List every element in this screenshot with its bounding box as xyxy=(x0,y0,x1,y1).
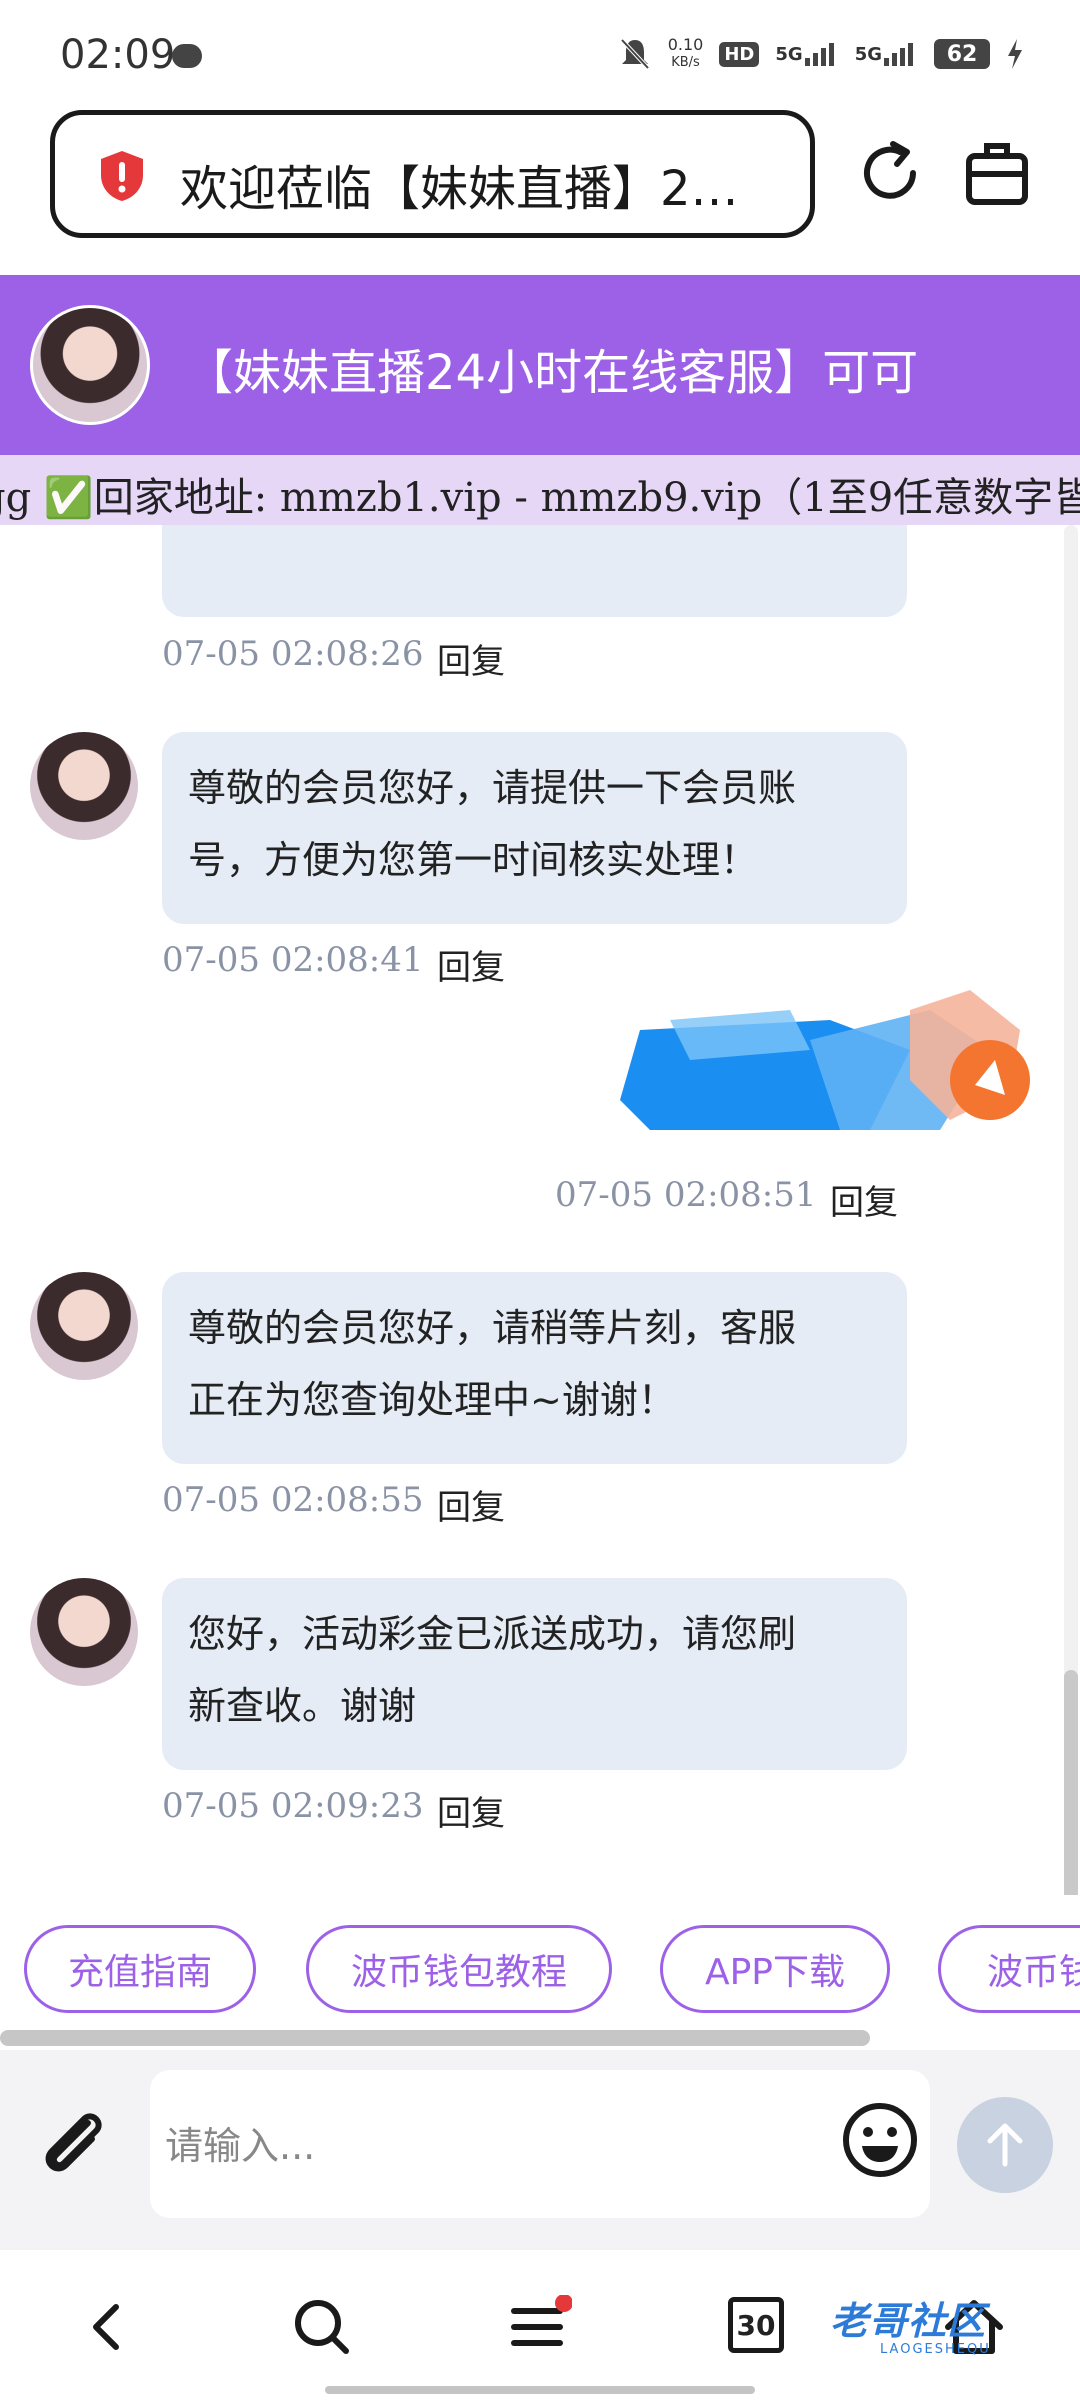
address-text[interactable]: 欢迎莅临【妹妹直播】2… xyxy=(180,149,800,219)
announcement-marquee: gg ✅回家地址: mmzb1.vip - mmzb9.vip（1至9任意数字皆… xyxy=(0,455,1080,525)
net-speed-unit: KB/s xyxy=(671,55,700,70)
status-bar: 02:09 0.10 KB/s HD 5G 5G 62 xyxy=(0,0,1080,100)
message-line: 新查收。谢谢 xyxy=(188,1684,417,1728)
message-bubble xyxy=(162,525,907,617)
emoji-smile-icon[interactable] xyxy=(840,2100,920,2180)
briefcase-icon[interactable] xyxy=(965,138,1029,208)
agent-avatar[interactable] xyxy=(30,1578,138,1686)
attachment-paperclip-icon[interactable] xyxy=(36,2105,112,2181)
chat-header-title: 【妹妹直播24小时在线客服】可可 xyxy=(185,345,919,401)
hd-icon: HD xyxy=(719,41,760,67)
arrow-up-icon xyxy=(987,2123,1023,2167)
message-timestamp: 07-05 02:08:51 xyxy=(555,1175,817,1215)
quick-tag-app-download[interactable]: APP下载 xyxy=(660,1925,890,2013)
charging-bolt-icon xyxy=(1008,39,1022,69)
message-line: 您好，活动彩金已派送成功，请您刷 xyxy=(188,1612,797,1656)
status-time: 02:09 xyxy=(60,32,176,78)
sim1-label: 5G xyxy=(775,43,803,65)
message-timestamp: 07-05 02:09:23 xyxy=(162,1786,424,1826)
signal-bars-icon xyxy=(884,43,913,66)
message-bubble: 尊敬的会员您好，请稍等片刻，客服 正在为您查询处理中~谢谢！ xyxy=(162,1272,907,1464)
tabs-count-icon[interactable]: 30 xyxy=(728,2297,784,2353)
quick-tag-wallet-tutorial[interactable]: 波币钱包教程 xyxy=(306,1925,612,2013)
agent-avatar[interactable] xyxy=(30,732,138,840)
security-warning-shield-icon[interactable] xyxy=(97,149,147,203)
address-bar[interactable]: 欢迎莅临【妹妹直播】2… xyxy=(50,110,815,238)
status-indicators: 0.10 KB/s HD 5G 5G 62 xyxy=(618,36,1024,72)
message-timestamp: 07-05 02:08:55 xyxy=(162,1480,424,1520)
menu-icon[interactable] xyxy=(508,2295,572,2359)
message-timestamp: 07-05 02:08:26 xyxy=(162,634,424,674)
search-icon[interactable] xyxy=(290,2295,354,2359)
reply-button[interactable]: 回复 xyxy=(437,940,505,989)
message-notification-icon xyxy=(172,44,202,68)
signal-icon-sim2: 5G xyxy=(855,40,918,68)
net-speed-value: 0.10 xyxy=(667,35,704,54)
watermark-subtext: LAOGESHEQU xyxy=(880,2342,991,2357)
back-icon[interactable] xyxy=(76,2295,140,2359)
chat-header: 【妹妹直播24小时在线客服】可可 xyxy=(0,275,1080,455)
signal-icon-sim1: 5G xyxy=(775,40,838,68)
message-bubble: 您好，活动彩金已派送成功，请您刷 新查收。谢谢 xyxy=(162,1578,907,1770)
home-indicator[interactable] xyxy=(325,2386,755,2394)
quick-reply-tags[interactable]: 充值指南 波币钱包教程 APP下载 波币钱 xyxy=(0,1895,1080,2035)
message-input-placeholder[interactable]: 请输入... xyxy=(165,2115,315,2170)
battery-icon: 62 xyxy=(934,39,990,69)
message-bubble: 尊敬的会员您好，请提供一下会员账 号，方便为您第一时间核实处理！ xyxy=(162,732,907,924)
redacted-message-image[interactable] xyxy=(610,990,1030,1140)
quick-tag-recharge-guide[interactable]: 充值指南 xyxy=(24,1925,256,2013)
send-button[interactable] xyxy=(957,2097,1053,2193)
reply-button[interactable]: 回复 xyxy=(830,1175,898,1224)
message-line: 尊敬的会员您好，请提供一下会员账 xyxy=(188,766,797,810)
message-line: 号，方便为您第一时间核实处理！ xyxy=(188,838,759,882)
reply-button[interactable]: 回复 xyxy=(437,1786,505,1835)
quick-tags-scrollbar[interactable] xyxy=(0,2030,870,2046)
reply-button[interactable]: 回复 xyxy=(437,1480,505,1529)
reply-button[interactable]: 回复 xyxy=(437,634,505,683)
message-timestamp: 07-05 02:08:41 xyxy=(162,940,424,980)
marquee-text: gg ✅回家地址: mmzb1.vip - mmzb9.vip（1至9任意数字皆… xyxy=(0,475,1080,521)
mute-bell-icon xyxy=(620,38,650,70)
message-line: 正在为您查询处理中~谢谢！ xyxy=(188,1378,676,1422)
refresh-icon[interactable] xyxy=(855,138,925,208)
quick-tag-wallet[interactable]: 波币钱 xyxy=(938,1925,1080,2013)
chat-scrollbar-thumb[interactable] xyxy=(1064,1670,1078,1900)
watermark-text: 老哥社区 xyxy=(830,2299,987,2343)
agent-avatar[interactable] xyxy=(30,305,150,425)
sim2-label: 5G xyxy=(854,43,882,65)
agent-avatar[interactable] xyxy=(30,1272,138,1380)
signal-bars-icon xyxy=(804,43,834,66)
message-line: 尊敬的会员您好，请稍等片刻，客服 xyxy=(188,1306,797,1350)
